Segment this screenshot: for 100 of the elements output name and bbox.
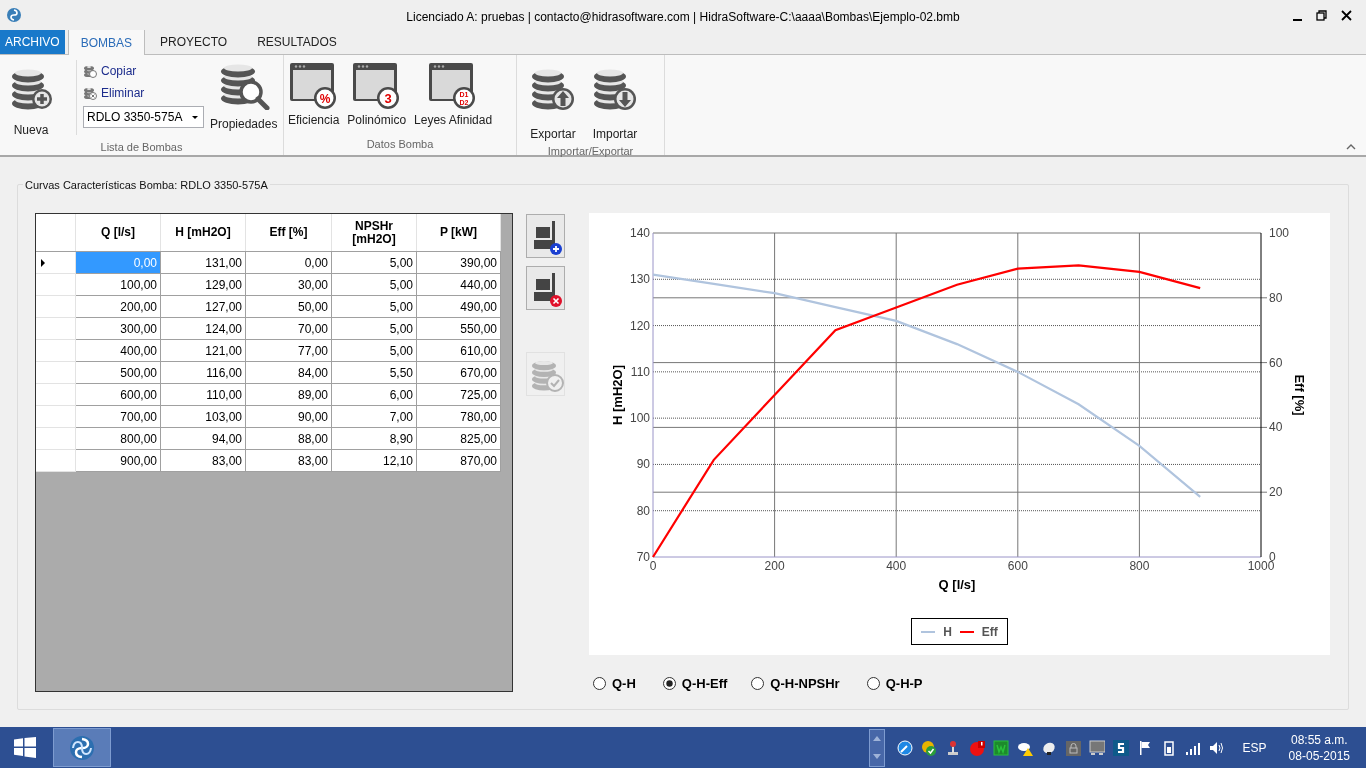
table-cell[interactable]: 89,00	[246, 384, 332, 406]
table-cell[interactable]: 0,00	[246, 252, 332, 274]
table-cell[interactable]: 780,00	[417, 406, 501, 428]
ribbon-button[interactable]: 3 Polinómico	[347, 62, 407, 129]
table-cell[interactable]: 131,00	[161, 252, 246, 274]
table-cell[interactable]: 400,00	[76, 340, 161, 362]
table-cell[interactable]: 77,00	[246, 340, 332, 362]
ribbon-button[interactable]: Eliminar	[83, 82, 204, 104]
column-header[interactable]: H [mH2O]	[171, 226, 235, 239]
axis-tick-label: 90	[636, 457, 650, 472]
window-badge-icon	[429, 63, 476, 109]
legend-label: H	[943, 623, 952, 641]
clock-time[interactable]: 08:55 a.m.	[1290, 731, 1348, 748]
table-cell[interactable]: 30,00	[246, 274, 332, 296]
table-cell[interactable]: 900,00	[76, 450, 161, 472]
radio-option[interactable]: Q-H-Eff	[662, 674, 728, 694]
ribbon-tab[interactable]: PROYECTO	[145, 29, 243, 54]
table-cell[interactable]: 550,00	[417, 318, 501, 340]
table-cell[interactable]: 124,00	[161, 318, 246, 340]
table-cell[interactable]: 129,00	[161, 274, 246, 296]
close-button[interactable]	[1341, 9, 1352, 21]
table-cell[interactable]: 5,50	[332, 362, 417, 384]
pump-dropdown[interactable]: RDLO 3350-575A	[83, 106, 204, 128]
axis-tick-label: 70	[636, 550, 650, 564]
table-cell[interactable]: 670,00	[417, 362, 501, 384]
monitor-icon[interactable]	[1088, 739, 1105, 756]
restore-button[interactable]	[1316, 9, 1327, 21]
legend-label: Eff	[981, 623, 998, 641]
table-cell[interactable]: 50,00	[246, 296, 332, 318]
table-cell[interactable]: 390,00	[417, 252, 501, 274]
table-cell[interactable]: 83,00	[161, 450, 246, 472]
column-header[interactable]: Eff [%]	[265, 226, 312, 239]
table-cell[interactable]: 5,00	[332, 340, 417, 362]
table-cell[interactable]: 200,00	[76, 296, 161, 318]
table-cell[interactable]: 600,00	[76, 384, 161, 406]
table-cell[interactable]: 440,00	[417, 274, 501, 296]
side-button[interactable]	[526, 214, 565, 258]
table-cell[interactable]: 90,00	[246, 406, 332, 428]
table-cell[interactable]: 800,00	[76, 428, 161, 450]
table-cell[interactable]: 83,00	[246, 450, 332, 472]
radio-option[interactable]: Q-H	[593, 674, 636, 694]
table-cell[interactable]: 100,00	[76, 274, 161, 296]
table-cell[interactable]: 610,00	[417, 340, 501, 362]
table-cell[interactable]: 825,00	[417, 428, 501, 450]
start-button[interactable]	[14, 737, 36, 758]
radio-option[interactable]: Q-H-NPSHr	[751, 674, 840, 694]
ribbon-button[interactable]: Exportar	[529, 64, 577, 143]
table-cell[interactable]: 700,00	[76, 406, 161, 428]
ribbon-button[interactable]: Copiar	[83, 60, 204, 82]
table-cell[interactable]: 121,00	[161, 340, 246, 362]
ribbon-button[interactable]: Nueva	[6, 65, 56, 139]
table-cell[interactable]: 6,00	[332, 384, 417, 406]
language-indicator[interactable]: ESP	[1242, 738, 1267, 757]
table-cell[interactable]: 8,90	[332, 428, 417, 450]
table-cell[interactable]: 5,00	[332, 274, 417, 296]
table-cell[interactable]: 103,00	[161, 406, 246, 428]
column-header[interactable]: Q [l/s]	[97, 226, 139, 239]
taskbar-app-button[interactable]	[53, 728, 111, 767]
table-cell[interactable]: 88,00	[246, 428, 332, 450]
table-cell[interactable]: 110,00	[161, 384, 246, 406]
axis-tick-label: 100	[1269, 226, 1290, 240]
collapse-ribbon-icon[interactable]	[1346, 143, 1356, 151]
table-cell[interactable]: 500,00	[76, 362, 161, 384]
ribbon-tab[interactable]: BOMBAS	[67, 29, 146, 55]
table-cell[interactable]: 12,10	[332, 450, 417, 472]
table-cell[interactable]: 7,00	[332, 406, 417, 428]
radio-option[interactable]: Q-H-P	[866, 674, 923, 694]
table-cell[interactable]: 5,00	[332, 296, 417, 318]
table-cell[interactable]: 5,00	[332, 252, 417, 274]
table-cell[interactable]: 116,00	[161, 362, 246, 384]
ribbon-tab[interactable]: RESULTADOS	[242, 29, 352, 54]
pump-app-icon	[69, 734, 95, 761]
ribbon-tab[interactable]: ARCHIVO	[0, 29, 65, 54]
table-cell[interactable]: 300,00	[76, 318, 161, 340]
lock-icon[interactable]	[1064, 739, 1081, 756]
ribbon-button[interactable]: Importar	[591, 64, 639, 143]
ribbon-button[interactable]: Propiedades	[210, 60, 278, 133]
app-logo-icon	[6, 7, 22, 23]
alert-circle-icon[interactable]	[968, 739, 985, 756]
table-cell[interactable]: 490,00	[417, 296, 501, 318]
table-cell[interactable]: 870,00	[417, 450, 501, 472]
dropdown-caret-icon	[192, 115, 198, 119]
table-cell[interactable]: 127,00	[161, 296, 246, 318]
square-app-icon[interactable]	[1112, 739, 1129, 756]
minimize-button[interactable]	[1293, 18, 1302, 21]
row-header[interactable]	[36, 252, 76, 274]
clock-date[interactable]: 08-05-2015	[1288, 747, 1350, 764]
window-badge-icon	[289, 63, 336, 109]
ribbon-button[interactable]: % Eficiencia	[288, 62, 340, 129]
monitor-app-icon[interactable]	[992, 739, 1009, 756]
table-cell[interactable]: 70,00	[246, 318, 332, 340]
column-header[interactable]: NPSHr [mH2O]	[332, 219, 416, 246]
column-header[interactable]: P [kW]	[435, 226, 482, 239]
table-cell[interactable]: 725,00	[417, 384, 501, 406]
check-icon[interactable]	[920, 739, 937, 756]
table-cell[interactable]: 84,00	[246, 362, 332, 384]
table-cell[interactable]: 5,00	[332, 318, 417, 340]
table-cell[interactable]: 94,00	[161, 428, 246, 450]
tray-overflow-button[interactable]	[868, 728, 885, 767]
side-button[interactable]	[526, 266, 565, 310]
